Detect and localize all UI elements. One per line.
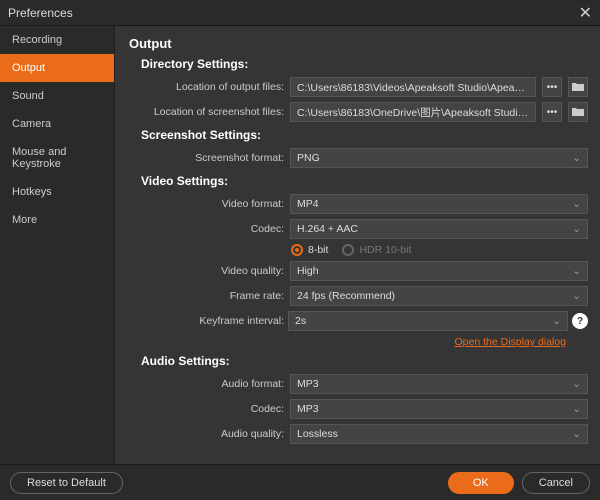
titlebar: Preferences ✕ xyxy=(0,0,600,26)
chevron-down-icon: ⌄ xyxy=(572,152,581,164)
audio-settings-title: Audio Settings: xyxy=(141,354,588,368)
content-panel: Output Directory Settings: Location of o… xyxy=(115,26,600,464)
sidebar-item-more[interactable]: More xyxy=(0,206,114,234)
chevron-down-icon: ⌄ xyxy=(572,290,581,302)
audio-codec-select[interactable]: MP3⌄ xyxy=(290,399,588,419)
chevron-down-icon: ⌄ xyxy=(572,265,581,277)
bit-depth-hdr-radio[interactable]: HDR 10-bit xyxy=(342,244,411,256)
audio-format-select[interactable]: MP3⌄ xyxy=(290,374,588,394)
video-quality-select[interactable]: High⌄ xyxy=(290,261,588,281)
chevron-down-icon: ⌄ xyxy=(572,428,581,440)
keyframe-select[interactable]: 2s⌄ xyxy=(288,311,568,331)
screenshot-files-path[interactable]: C:\Users\86183\OneDrive\图片\Apeaksoft Stu… xyxy=(290,102,536,122)
chevron-down-icon: ⌄ xyxy=(572,403,581,415)
audio-codec-label: Codec: xyxy=(129,403,284,415)
close-icon[interactable]: ✕ xyxy=(579,3,592,23)
cancel-button[interactable]: Cancel xyxy=(522,472,590,494)
output-files-label: Location of output files: xyxy=(129,81,284,93)
video-settings-title: Video Settings: xyxy=(141,174,588,188)
video-codec-label: Codec: xyxy=(129,223,284,235)
video-codec-select[interactable]: H.264 + AAC⌄ xyxy=(290,219,588,239)
directory-settings-title: Directory Settings: xyxy=(141,57,588,71)
browse-output-button[interactable]: ••• xyxy=(542,77,562,97)
video-format-select[interactable]: MP4⌄ xyxy=(290,194,588,214)
chevron-down-icon: ⌄ xyxy=(572,198,581,210)
video-quality-label: Video quality: xyxy=(129,265,284,277)
help-icon[interactable]: ? xyxy=(572,313,588,329)
frame-rate-select[interactable]: 24 fps (Recommend)⌄ xyxy=(290,286,588,306)
radio-icon xyxy=(291,244,303,256)
ok-button[interactable]: OK xyxy=(448,472,514,494)
chevron-down-icon: ⌄ xyxy=(572,378,581,390)
audio-quality-label: Audio quality: xyxy=(129,428,284,440)
sidebar-item-hotkeys[interactable]: Hotkeys xyxy=(0,178,114,206)
open-screenshot-folder-icon[interactable] xyxy=(568,102,588,122)
sidebar-item-sound[interactable]: Sound xyxy=(0,82,114,110)
screenshot-format-select[interactable]: PNG⌄ xyxy=(290,148,588,168)
sidebar-item-output[interactable]: Output xyxy=(0,54,114,82)
radio-icon xyxy=(342,244,354,256)
open-output-folder-icon[interactable] xyxy=(568,77,588,97)
reset-to-default-button[interactable]: Reset to Default xyxy=(10,472,123,494)
browse-screenshot-button[interactable]: ••• xyxy=(542,102,562,122)
keyframe-label: Keyframe interval: xyxy=(129,315,284,327)
footer: Reset to Default OK Cancel xyxy=(0,464,600,500)
page-title: Output xyxy=(129,36,588,51)
sidebar: Recording Output Sound Camera Mouse and … xyxy=(0,26,115,464)
screenshot-format-label: Screenshot format: xyxy=(129,152,284,164)
window-title: Preferences xyxy=(8,6,73,20)
open-display-dialog-link[interactable]: Open the Display dialog xyxy=(129,336,566,348)
chevron-down-icon: ⌄ xyxy=(552,315,561,327)
screenshot-files-label: Location of screenshot files: xyxy=(129,106,284,118)
sidebar-item-camera[interactable]: Camera xyxy=(0,110,114,138)
audio-format-label: Audio format: xyxy=(129,378,284,390)
screenshot-settings-title: Screenshot Settings: xyxy=(141,128,588,142)
video-format-label: Video format: xyxy=(129,198,284,210)
sidebar-item-mouse-keystroke[interactable]: Mouse and Keystroke xyxy=(0,138,114,178)
sidebar-item-recording[interactable]: Recording xyxy=(0,26,114,54)
audio-quality-select[interactable]: Lossless⌄ xyxy=(290,424,588,444)
output-files-path[interactable]: C:\Users\86183\Videos\Apeaksoft Studio\A… xyxy=(290,77,536,97)
chevron-down-icon: ⌄ xyxy=(572,223,581,235)
bit-depth-8-radio[interactable]: 8-bit xyxy=(291,244,328,256)
frame-rate-label: Frame rate: xyxy=(129,290,284,302)
